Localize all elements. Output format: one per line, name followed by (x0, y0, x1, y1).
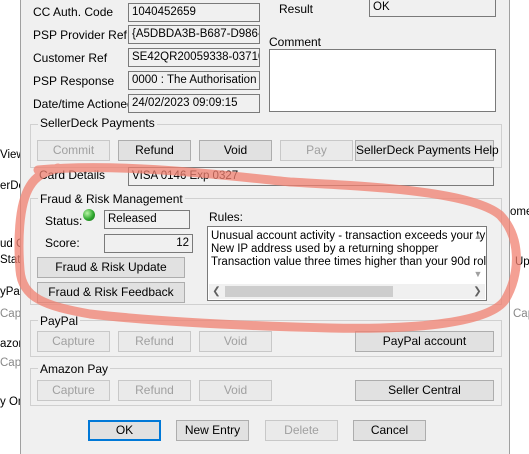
commit-button[interactable]: Commit (37, 140, 110, 161)
card-details-field[interactable]: VISA 0146 Exp 0327 (128, 167, 494, 186)
paypal-void-button[interactable]: Void (199, 331, 272, 352)
comment-label: Comment (269, 35, 322, 49)
paypal-account-button[interactable]: PayPal account (355, 331, 494, 352)
result-label: Result (279, 2, 314, 16)
datetime-actioned-label: Date/time Actioned (33, 97, 134, 111)
scroll-up-icon[interactable]: ▲ (472, 231, 484, 241)
paypal-title: PayPal (38, 314, 81, 328)
background-text: omer (510, 206, 529, 218)
void-button[interactable]: Void (199, 140, 272, 161)
scroll-left-icon[interactable]: ❮ (209, 284, 224, 299)
rule-item[interactable]: New IP address used by a returning shopp… (211, 243, 438, 256)
horizontal-scrollbar[interactable]: ❮ ❯ (209, 284, 485, 299)
amazon-void-button[interactable]: Void (199, 380, 272, 401)
seller-central-button[interactable]: Seller Central (355, 380, 494, 401)
background-text: Cap (0, 357, 22, 369)
fraud-risk-title: Fraud & Risk Management (38, 192, 185, 206)
card-details-label: Card Details (39, 168, 106, 182)
new-entry-button[interactable]: New Entry (176, 420, 249, 441)
paypal-capture-button[interactable]: Capture (37, 331, 110, 352)
pay-button[interactable]: Pay (280, 140, 353, 161)
status-light-icon (83, 209, 95, 221)
psp-response-label: PSP Response (33, 74, 115, 88)
status-label: Status: (45, 214, 83, 228)
customer-ref-label: Customer Ref (33, 51, 108, 65)
amazon-capture-button[interactable]: Capture (37, 380, 110, 401)
scrollbar-thumb[interactable] (225, 286, 393, 297)
result-field[interactable]: OK (369, 0, 496, 17)
ok-button[interactable]: OK (88, 420, 161, 441)
psp-response-field[interactable]: 0000 : The Authorisation w (128, 71, 260, 90)
sellerdeck-payments-title: SellerDeck Payments (38, 116, 157, 130)
customer-ref-field[interactable]: SE42QR20059338-037103 (128, 48, 260, 67)
delete-button[interactable]: Delete (265, 420, 338, 441)
rule-item[interactable]: Transaction value three times higher tha… (211, 256, 486, 269)
fraud-risk-feedback-button[interactable]: Fraud & Risk Feedback (37, 282, 185, 303)
score-label: Score: (45, 236, 80, 250)
psp-provider-ref-field[interactable]: {A5DBDA3B-B687-D986-7 (128, 25, 260, 44)
comment-field[interactable] (269, 49, 496, 112)
sellerdeck-payments-help-button[interactable]: SellerDeck Payments Help (355, 140, 499, 161)
background-text: Up (515, 256, 529, 268)
psp-provider-ref-label: PSP Provider Ref (33, 28, 127, 42)
refund-button[interactable]: Refund (118, 140, 191, 161)
datetime-actioned-field[interactable]: 24/02/2023 09:09:15 (128, 94, 260, 113)
rules-label: Rules: (209, 210, 244, 224)
fraud-risk-update-button[interactable]: Fraud & Risk Update (37, 257, 185, 278)
score-field[interactable]: 12 (104, 234, 193, 253)
rules-list[interactable]: Unusual account activity - transaction e… (207, 226, 487, 301)
status-field[interactable]: Released (104, 210, 190, 229)
background-right-column: omer Up Cap (510, 0, 529, 454)
rule-item[interactable]: Unusual account activity - transaction e… (211, 230, 485, 243)
paypal-refund-button[interactable]: Refund (118, 331, 191, 352)
background-left-column: View erDe ud C Statu yPal Cap azon Cap y… (0, 0, 27, 454)
cc-auth-code-label: CC Auth. Code (33, 5, 114, 19)
background-text: Cap (0, 308, 22, 320)
scroll-down-icon[interactable]: ▼ (472, 269, 484, 279)
scroll-right-icon[interactable]: ❯ (470, 284, 485, 299)
amazon-refund-button[interactable]: Refund (118, 380, 191, 401)
amazon-pay-title: Amazon Pay (38, 362, 111, 376)
cc-auth-code-field[interactable]: 1040452659 (128, 3, 260, 22)
payment-details-dialog: CC Auth. Code 1040452659 PSP Provider Re… (20, 0, 510, 454)
background-text: Cap (513, 308, 529, 320)
cancel-button[interactable]: Cancel (353, 420, 426, 441)
